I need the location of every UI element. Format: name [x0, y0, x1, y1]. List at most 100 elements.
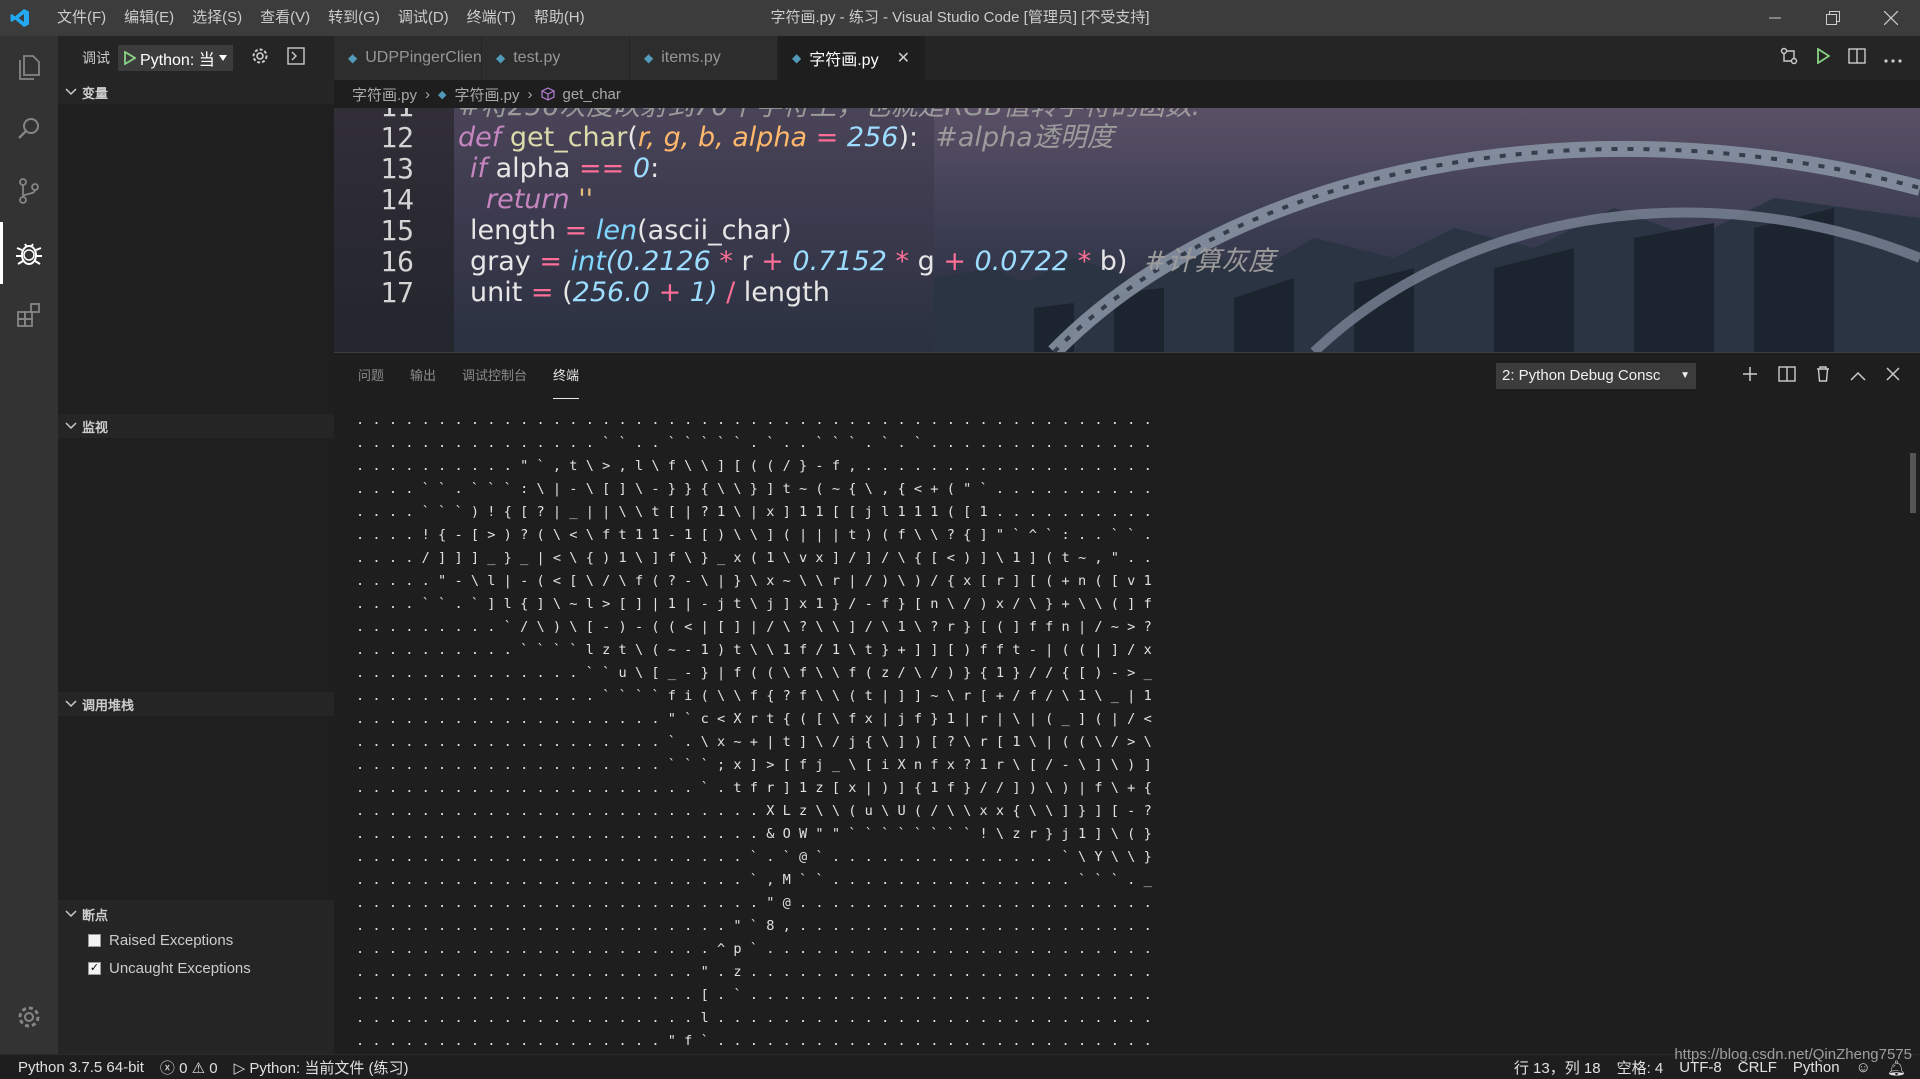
- split-icon: [1778, 366, 1796, 382]
- debug-config-select[interactable]: Python: 当: [118, 45, 233, 71]
- menu-go[interactable]: 转到(G): [319, 0, 389, 36]
- operator: =: [530, 277, 554, 308]
- operator: ==: [579, 153, 625, 184]
- more-actions-button[interactable]: [1884, 50, 1902, 67]
- terminal-output[interactable]: . . . . . . . . . . . . . . . . . . . . …: [356, 409, 1156, 1049]
- split-editor-button[interactable]: [1848, 48, 1866, 68]
- raised-exceptions-checkbox[interactable]: [88, 933, 101, 947]
- line-number: 12: [380, 121, 414, 154]
- number: 0.7152: [792, 246, 887, 277]
- operator: +: [658, 277, 682, 308]
- error-count: 0: [179, 1059, 188, 1077]
- code-line-17: unit = (256.0 + 1) / length: [470, 274, 830, 311]
- files-icon: [19, 55, 40, 80]
- terminal-line: . . . . ! { - [ > ) ? ( \ < \ f t 1 1 - …: [356, 527, 1152, 543]
- cursor-position[interactable]: 行 13，列 18: [1506, 1057, 1609, 1078]
- tab-udppingerclient[interactable]: ◆ UDPPingerClient.py: [334, 36, 508, 80]
- menu-terminal[interactable]: 终端(T): [458, 0, 525, 36]
- close-tab-icon[interactable]: ✕: [897, 48, 910, 68]
- breakpoint-uncaught-exceptions[interactable]: ✓ Uncaught Exceptions: [58, 954, 334, 982]
- code-editor[interactable]: 11 12 13 14 15 16 17 #将256灰度映射到70个字符上，也就…: [334, 108, 1920, 352]
- breadcrumb-folder[interactable]: 字符画.py: [352, 84, 417, 105]
- tab-test[interactable]: ◆ test.py: [482, 36, 630, 80]
- line-number: 14: [380, 183, 414, 216]
- close-panel-button[interactable]: [1886, 367, 1900, 385]
- chevron-right-icon: ›: [425, 85, 431, 103]
- punctuation: :: [650, 153, 660, 184]
- operator: *: [1077, 246, 1092, 277]
- terminal-line: . . . . . . . . . . . . . . . . . . . . …: [356, 918, 1152, 934]
- line-number: 17: [380, 276, 414, 309]
- chevron-down-icon: [65, 910, 77, 918]
- close-window-button[interactable]: [1862, 0, 1920, 36]
- method-cube-icon: [540, 87, 555, 101]
- function-name: get_char: [509, 122, 628, 153]
- terminal-line: . . . . . . . . . . . . . . . . . . . . …: [356, 803, 1152, 819]
- menu-selection[interactable]: 选择(S): [183, 0, 251, 36]
- terminal-line: . . . . . . . . . . . . . . . . . . . . …: [356, 941, 1152, 957]
- git-branch-icon: [19, 178, 39, 204]
- extensions-button[interactable]: [0, 284, 58, 346]
- source-control-button[interactable]: [0, 160, 58, 222]
- watermark: https://blog.csdn.net/QinZheng7575: [1674, 1046, 1912, 1063]
- chevron-down-icon: [65, 700, 77, 708]
- indentation[interactable]: 空格: 4: [1609, 1057, 1672, 1078]
- tab-terminal[interactable]: 终端: [553, 353, 580, 399]
- menu-help[interactable]: 帮助(H): [525, 0, 594, 36]
- tab-zifuhua[interactable]: ◆ 字符画.py ✕: [778, 36, 926, 80]
- terminal-scrollbar[interactable]: [1910, 453, 1916, 513]
- tab-label: items.py: [661, 49, 721, 66]
- number: (0.2126: [605, 246, 711, 277]
- python-interpreter[interactable]: Python 3.7.5 64-bit: [0, 1059, 152, 1076]
- terminal-line: . . . . . . . . . . . . . . . . . . . . …: [356, 412, 1152, 428]
- variables-title: 变量: [82, 85, 109, 101]
- manage-button[interactable]: [0, 992, 58, 1042]
- debug-console-button[interactable]: [287, 47, 305, 69]
- minimize-button[interactable]: [1746, 0, 1804, 36]
- menu-view[interactable]: 查看(V): [251, 0, 319, 36]
- terminal-line: . . . . . . . . . . . . . . . . . . . . …: [356, 826, 1152, 842]
- breakpoint-raised-exceptions[interactable]: Raised Exceptions: [58, 926, 334, 954]
- line-number: 13: [380, 152, 414, 185]
- variable: length: [470, 215, 557, 246]
- tab-debug-console[interactable]: 调试控制台: [462, 353, 527, 399]
- kill-terminal-button[interactable]: [1816, 366, 1830, 386]
- new-terminal-button[interactable]: [1742, 366, 1758, 386]
- python-file-icon: ◆: [644, 51, 654, 65]
- tab-output[interactable]: 输出: [410, 353, 436, 399]
- breadcrumb-file[interactable]: 字符画.py: [454, 84, 519, 105]
- panel-tabs: 问题 输出 调试控制台 终端: [358, 353, 580, 399]
- split-editor-icon: [1848, 48, 1866, 64]
- watch-section-header[interactable]: 监视: [58, 414, 334, 438]
- problems-indicator[interactable]: ⓧ 0 ⚠ 0: [152, 1057, 226, 1078]
- bug-icon: [16, 243, 42, 265]
- uncaught-exceptions-checkbox[interactable]: ✓: [88, 961, 101, 975]
- breakpoints-section-header[interactable]: 断点: [58, 902, 334, 926]
- restore-button[interactable]: [1804, 0, 1862, 36]
- search-button[interactable]: [0, 98, 58, 160]
- compare-button[interactable]: [1780, 47, 1798, 69]
- menu-file[interactable]: 文件(F): [48, 0, 115, 36]
- run-file-button[interactable]: [1816, 47, 1831, 68]
- panel-actions: [1742, 353, 1900, 399]
- ellipsis-icon: [1884, 58, 1902, 63]
- debug-button[interactable]: [0, 222, 58, 284]
- terminal-line: . . . . / ] ] ] _ } _ | < \ { ) 1 \ ] f …: [356, 550, 1152, 566]
- variables-section-header[interactable]: 变量: [58, 80, 334, 104]
- tab-items[interactable]: ◆ items.py: [630, 36, 778, 80]
- run-configuration[interactable]: ▷ Python: 当前文件 (练习): [226, 1057, 417, 1078]
- explorer-button[interactable]: [0, 36, 58, 98]
- menu-edit[interactable]: 编辑(E): [115, 0, 183, 36]
- open-launch-json-button[interactable]: [251, 47, 269, 69]
- callstack-title: 调用堆栈: [82, 697, 135, 713]
- variable: unit: [470, 277, 523, 308]
- callstack-section-header[interactable]: 调用堆栈: [58, 692, 334, 716]
- menu-debug[interactable]: 调试(D): [389, 0, 458, 36]
- breadcrumb-symbol[interactable]: get_char: [563, 86, 621, 103]
- maximize-panel-button[interactable]: [1850, 368, 1866, 385]
- tab-problems[interactable]: 问题: [358, 353, 384, 399]
- terminal-select[interactable]: 2: Python Debug Consc ▼: [1496, 363, 1696, 389]
- close-icon: [1884, 11, 1898, 25]
- split-terminal-button[interactable]: [1778, 366, 1796, 386]
- comment: #计算灰度: [1144, 246, 1276, 277]
